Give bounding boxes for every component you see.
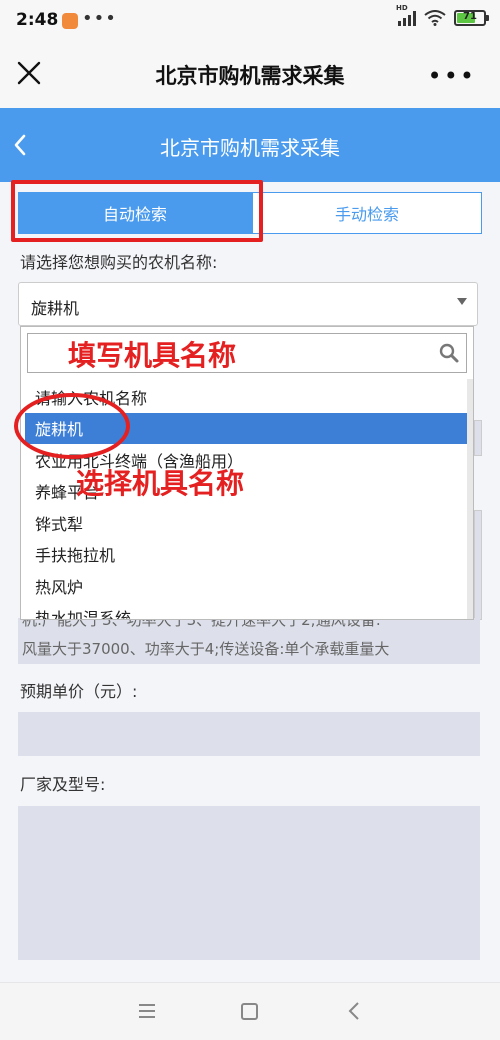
- dropdown-option[interactable]: 热风炉: [21, 570, 473, 602]
- annotation-text-select: 选择机具名称: [76, 467, 245, 500]
- dropdown-arrow-icon: [457, 298, 467, 305]
- price-label: 预期单价（元）:: [20, 682, 138, 701]
- dropdown-scrollbar[interactable]: [467, 379, 473, 619]
- dropdown-option[interactable]: 请输入农机名称: [21, 381, 473, 413]
- hd-label: HD: [396, 4, 408, 12]
- home-icon[interactable]: [241, 1003, 258, 1020]
- tab-auto-search[interactable]: 自动检索: [18, 192, 252, 234]
- header-title: 北京市购机需求采集: [160, 136, 340, 160]
- hidden-field-edge: [474, 510, 482, 620]
- maker-input[interactable]: [18, 806, 480, 960]
- title-bar: 北京市购机需求采集 •••: [0, 40, 500, 108]
- requirement-line: 风量大于37000、功率大于4;传送设备:单个承载重量大: [22, 640, 390, 658]
- dropdown-option[interactable]: 热水加温系统: [21, 602, 473, 619]
- more-notifications-icon: •••: [82, 8, 117, 29]
- select-value: 旋耕机: [31, 299, 80, 318]
- search-icon: [439, 343, 459, 363]
- dropdown-option[interactable]: 手扶拖拉机: [21, 539, 473, 571]
- dropdown-option-selected[interactable]: 旋耕机: [25, 412, 471, 444]
- annotation-text-fill: 填写机具名称: [68, 339, 237, 372]
- app-header: 北京市购机需求采集: [0, 108, 500, 182]
- wifi-icon: [424, 10, 446, 26]
- back-nav-icon[interactable]: [346, 1001, 362, 1021]
- dropdown-option[interactable]: 铧式犁: [21, 507, 473, 539]
- machine-select[interactable]: 旋耕机: [18, 282, 478, 326]
- price-input[interactable]: [18, 712, 480, 756]
- system-nav-bar: [0, 982, 500, 1040]
- battery-icon: 71: [454, 10, 489, 26]
- page-title: 北京市购机需求采集: [155, 64, 345, 88]
- hidden-field-edge: [474, 420, 482, 456]
- status-indicators: HD 71: [396, 4, 489, 26]
- status-bar: 2:48 ••• HD 71: [0, 0, 500, 40]
- maker-label: 厂家及型号:: [20, 775, 106, 794]
- tab-manual-search[interactable]: 手动检索: [252, 192, 482, 234]
- battery-level: 71: [463, 11, 477, 22]
- recent-apps-icon[interactable]: [138, 1003, 156, 1019]
- select-label: 请选择您想购买的农机名称:: [20, 253, 218, 272]
- app-notification-icon: [62, 13, 78, 29]
- cellular-signal-icon: HD: [396, 4, 416, 26]
- more-icon[interactable]: •••: [428, 62, 476, 90]
- status-time: 2:48: [16, 10, 59, 30]
- requirement-field: 机:产能大于3、功率大于3、提升速率大于2;通风设备: 风量大于37000、功率…: [18, 618, 480, 664]
